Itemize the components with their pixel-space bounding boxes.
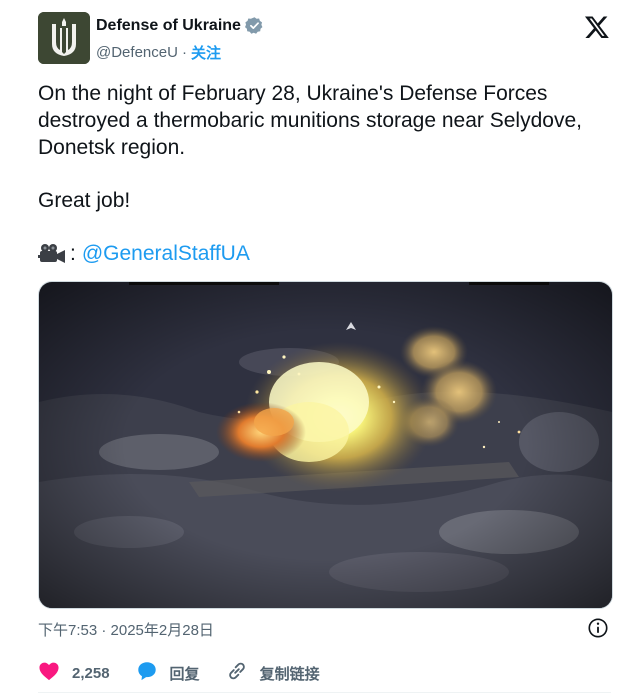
heart-icon [38, 661, 60, 686]
author-avatar[interactable] [38, 12, 90, 64]
author-name-row: Defense of Ukraine [96, 16, 264, 35]
mention-link[interactable]: @GeneralStaffUA [82, 240, 250, 267]
tweet-timestamp[interactable]: 下午7:53 · 2025年2月28日 [38, 619, 214, 640]
ukraine-defense-emblem-icon [38, 12, 90, 64]
tweet-video-media[interactable] [38, 281, 613, 609]
reply-label: 回复 [169, 665, 200, 683]
source-colon: : [70, 242, 76, 265]
source-line: : @GeneralStaffUA [38, 240, 250, 267]
tweet-action-bar: 2,258 回复 复制链接 [38, 660, 346, 686]
tweet-paragraph: Great job! [38, 189, 131, 212]
author-name[interactable]: Defense of Ukraine [96, 17, 241, 35]
author-handle-row: @DefenceU · 关注 [96, 42, 221, 63]
handle-separator: · [181, 44, 187, 61]
tweet-embed-card: Defense of Ukraine @DefenceU · 关注 On the… [0, 0, 640, 699]
x-logo-icon[interactable] [584, 14, 610, 40]
reply-button[interactable]: 回复 [136, 660, 200, 687]
follow-button[interactable]: 关注 [191, 42, 221, 63]
info-icon[interactable] [587, 617, 609, 639]
copy-link-button[interactable]: 复制链接 [226, 660, 320, 687]
author-handle[interactable]: @DefenceU [96, 44, 178, 61]
verified-badge-icon [244, 16, 264, 35]
tweet-text: On the night of February 28, Ukraine's D… [38, 80, 628, 214]
movie-camera-icon [38, 242, 68, 266]
link-icon [226, 660, 248, 687]
bottom-divider [38, 692, 611, 693]
like-count: 2,258 [72, 664, 110, 682]
tweet-paragraph: On the night of February 28, Ukraine's D… [38, 82, 582, 159]
copy-link-label: 复制链接 [259, 665, 320, 683]
like-button[interactable]: 2,258 [38, 661, 110, 686]
explosion-video-frame [39, 282, 612, 608]
reply-bubble-icon [136, 660, 158, 687]
